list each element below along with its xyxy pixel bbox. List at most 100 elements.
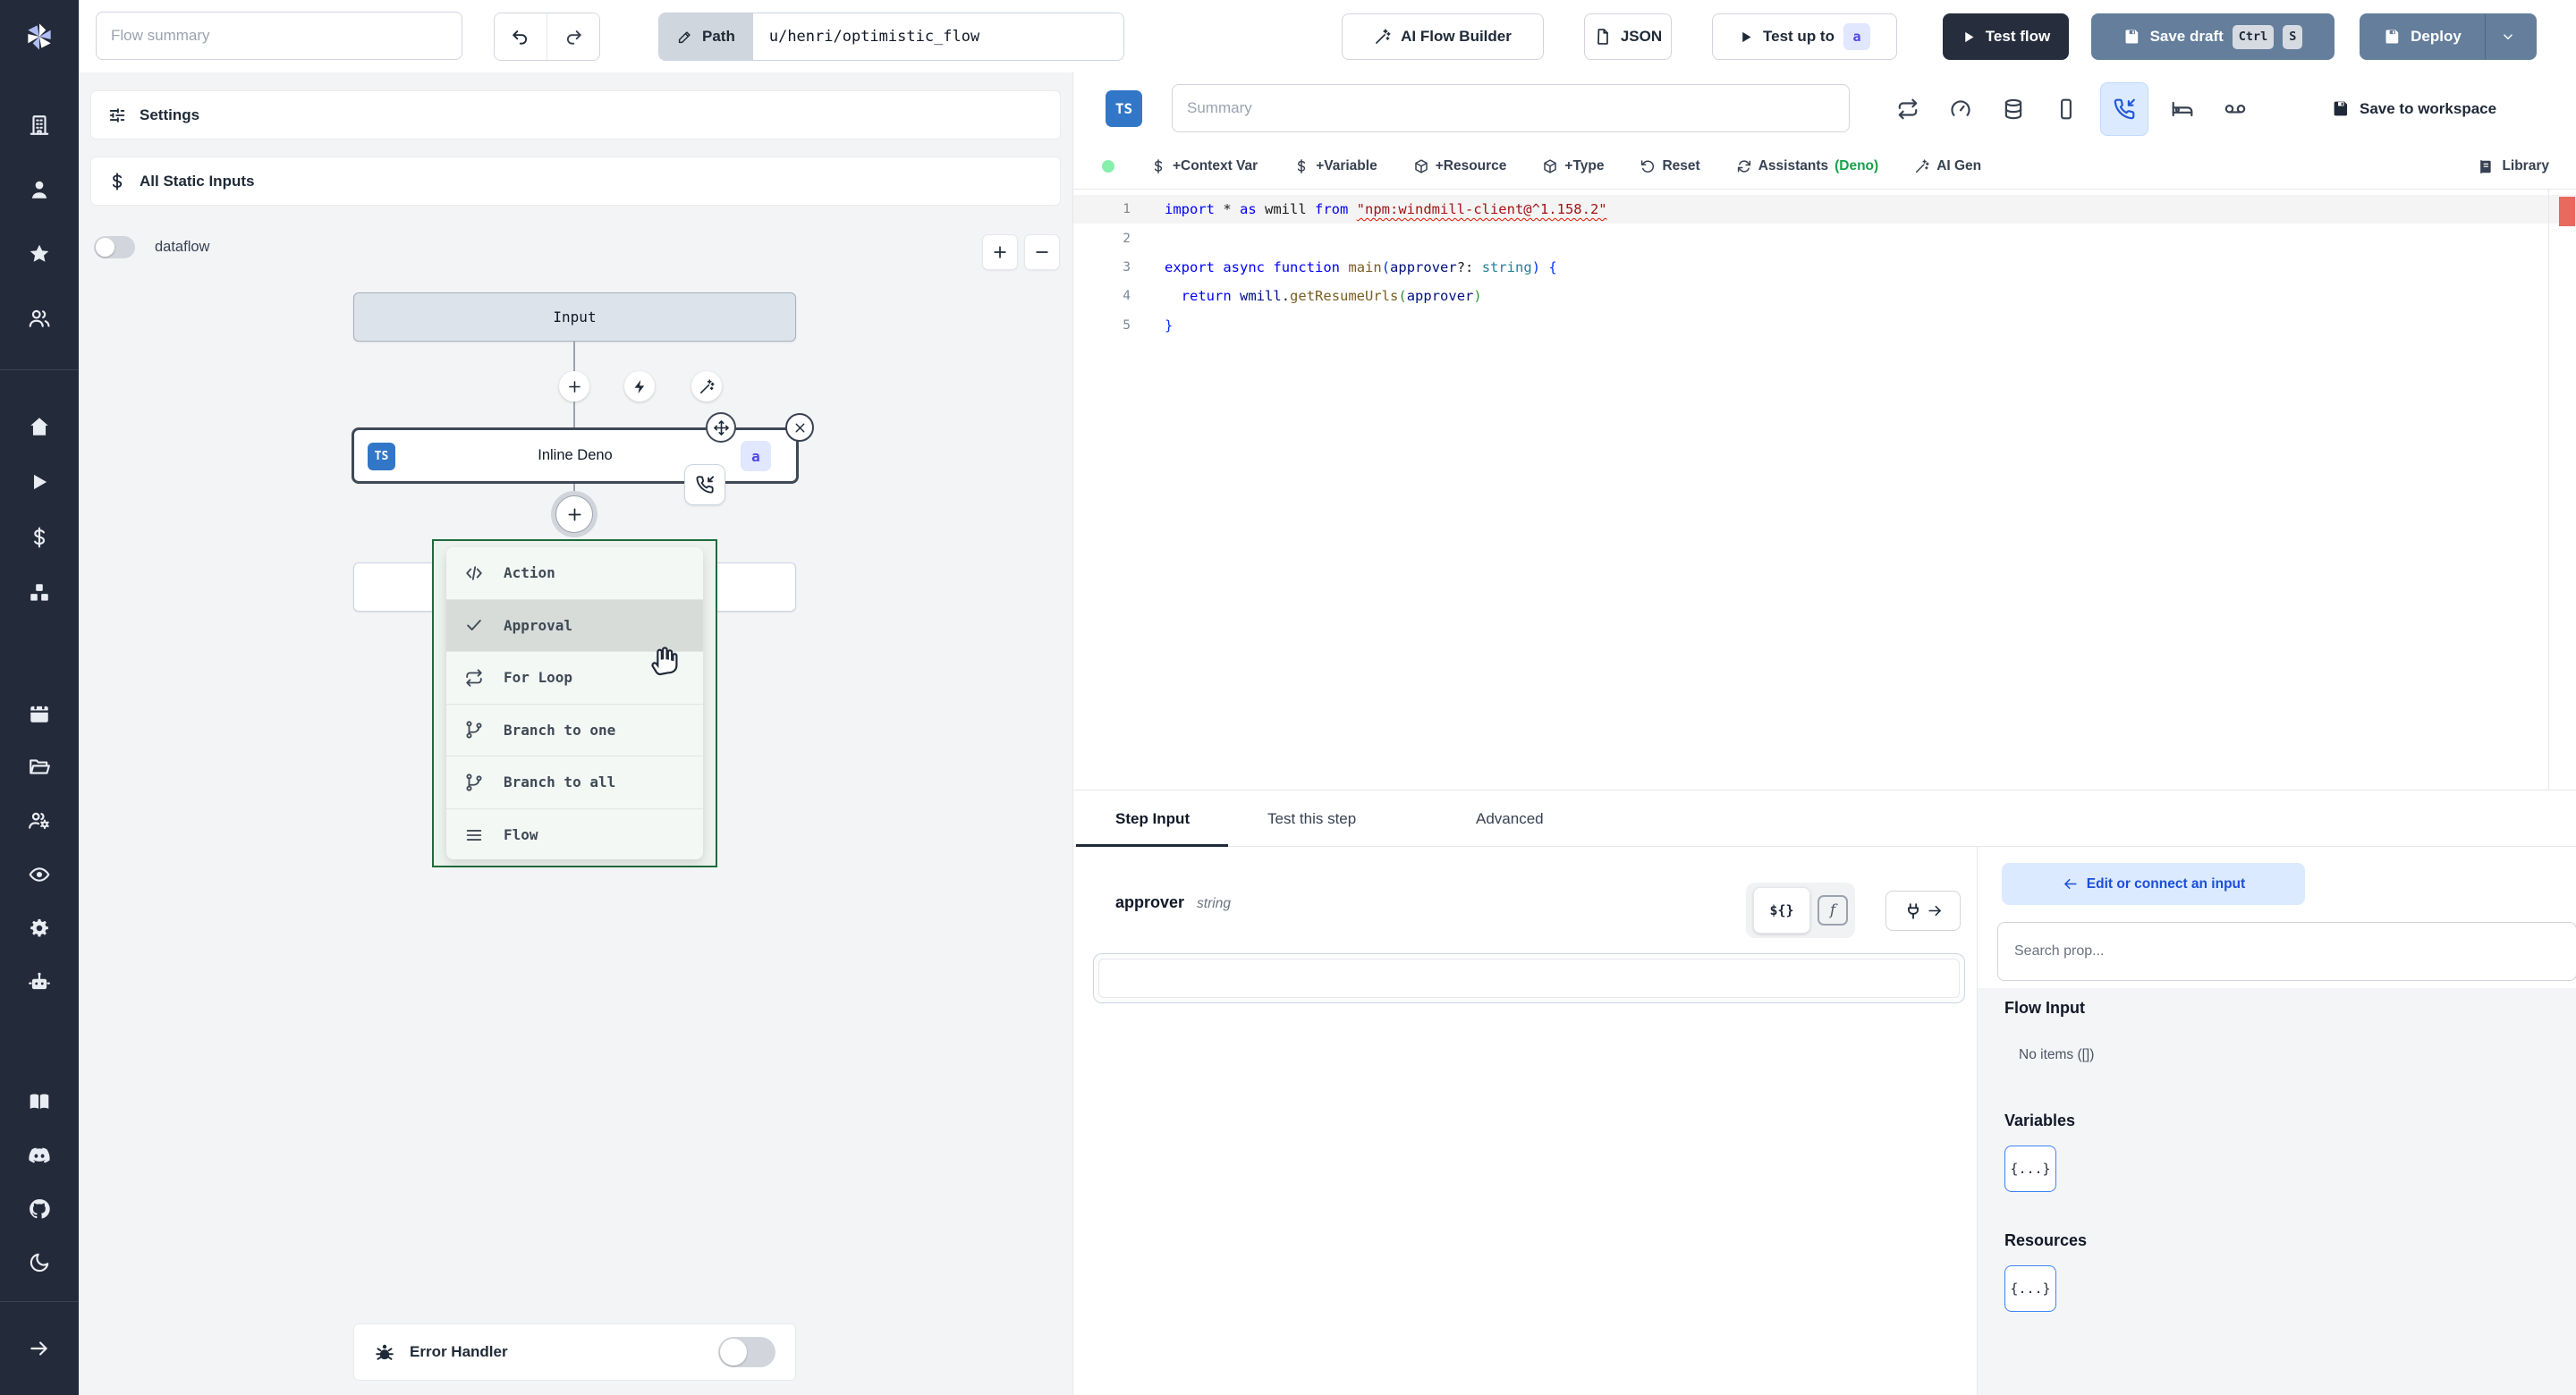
assistants-button[interactable]: Assistants (Deno) xyxy=(1736,158,1878,174)
json-button[interactable]: JSON xyxy=(1584,13,1672,60)
library-label: Library xyxy=(2502,158,2549,173)
sidebar-item-star[interactable] xyxy=(0,232,79,275)
ai-flow-builder-button[interactable]: AI Flow Builder xyxy=(1342,13,1544,60)
deploy-dropdown-button[interactable] xyxy=(2484,14,2530,59)
sidebar-item-users[interactable] xyxy=(0,297,79,340)
sidebar-item-calendar[interactable] xyxy=(0,692,79,735)
sidebar-item-dollar[interactable] xyxy=(0,516,79,559)
sidebar-item-book-open[interactable] xyxy=(0,1080,79,1123)
sidebar-item-home[interactable] xyxy=(0,405,79,448)
save-to-workspace-button[interactable]: Save to workspace xyxy=(2332,72,2496,145)
undo-button[interactable] xyxy=(495,13,547,60)
static-value-mode-button[interactable]: ${} xyxy=(1753,887,1810,934)
menu-item-approval[interactable]: Approval xyxy=(446,599,703,652)
variables-section-title: Variables xyxy=(2004,1112,2076,1129)
users-cog-icon xyxy=(28,809,51,833)
editor-scrollbar[interactable] xyxy=(2548,190,2549,790)
menu-item-flow[interactable]: Flow xyxy=(446,809,703,860)
menu-item-branch-to-all[interactable]: Branch to all xyxy=(446,757,703,809)
package-icon xyxy=(1542,158,1558,174)
error-handler-toggle[interactable] xyxy=(718,1337,775,1367)
variable-button[interactable]: +Variable xyxy=(1293,158,1377,174)
path-value-input[interactable] xyxy=(752,13,1123,60)
connect-input-button[interactable] xyxy=(1885,891,1961,931)
resources-expand-button[interactable]: {...} xyxy=(2004,1265,2056,1312)
javascript-expr-mode-button[interactable]: f xyxy=(1818,895,1848,926)
flow-summary-input[interactable] xyxy=(96,12,462,60)
deploy-button[interactable]: Deploy xyxy=(2360,13,2537,60)
repeat-toolbar-button[interactable] xyxy=(1889,86,1927,132)
context-var-button[interactable]: +Context Var xyxy=(1150,158,1258,174)
voicemail-toolbar-button[interactable] xyxy=(2216,86,2254,132)
test-flow-button[interactable]: Test flow xyxy=(1943,13,2069,60)
sidebar-item-github[interactable] xyxy=(0,1188,79,1230)
gauge-toolbar-button[interactable] xyxy=(1942,86,1979,132)
approver-value-input[interactable] xyxy=(1098,959,1960,998)
bed-toolbar-button[interactable] xyxy=(2164,86,2201,132)
test-up-to-button[interactable]: Test up to a xyxy=(1712,13,1897,60)
sidebar-item-folder-open[interactable] xyxy=(0,746,79,789)
sidebar-item-users-cog[interactable] xyxy=(0,799,79,842)
redo-button[interactable] xyxy=(547,13,599,60)
sidebar-item-eye[interactable] xyxy=(0,853,79,896)
sidebar-item-boxes[interactable] xyxy=(0,571,79,614)
kbd-s: S xyxy=(2283,24,2303,49)
menu-item-branch-to-one[interactable]: Branch to one xyxy=(446,705,703,757)
code-line-1[interactable]: 1 import * as wmill from "npm:windmill-cl… xyxy=(1073,195,2576,224)
insert-step-below-button[interactable] xyxy=(555,495,593,533)
variables-expand-button[interactable]: {...} xyxy=(2004,1146,2056,1192)
reset-button[interactable]: Reset xyxy=(1640,158,1700,174)
type-button[interactable]: +Type xyxy=(1542,158,1604,174)
deploy-main[interactable]: Deploy xyxy=(2366,14,2476,59)
menu-item-action[interactable]: Action xyxy=(446,547,703,600)
tab-step-input[interactable]: Step Input xyxy=(1115,790,1190,848)
library-button[interactable]: Library xyxy=(2478,143,2549,190)
chevron-down-icon xyxy=(2500,29,2516,45)
insert-step-button[interactable] xyxy=(559,371,589,402)
menu-item-for-loop[interactable]: For Loop xyxy=(446,652,703,705)
tab-advanced[interactable]: Advanced xyxy=(1476,790,1544,848)
edit-or-connect-back-button[interactable]: Edit or connect an input xyxy=(2002,863,2305,905)
all-static-inputs-button[interactable]: All Static Inputs xyxy=(90,156,1061,206)
sidebar-item-moon[interactable] xyxy=(0,1241,79,1284)
sidebar-item-discord[interactable] xyxy=(0,1134,79,1177)
code-line-3[interactable]: 3 export async function main(approver?: s… xyxy=(1073,253,2576,282)
search-prop-input[interactable] xyxy=(1997,922,2576,981)
code-line-4[interactable]: 4 return wmill.getResumeUrls(approver) xyxy=(1073,282,2576,310)
ai-gen-button[interactable]: AI Gen xyxy=(1914,158,1981,174)
line-number: 5 xyxy=(1123,317,1131,333)
resource-button[interactable]: +Resource xyxy=(1413,158,1506,174)
flow-input-node[interactable]: Input xyxy=(353,292,796,342)
code-line-2[interactable]: 2 xyxy=(1073,224,2576,252)
trigger-button[interactable] xyxy=(624,371,655,402)
sidebar-collapse-arrow-right[interactable] xyxy=(0,1327,79,1370)
sidebar-item-settings[interactable] xyxy=(0,907,79,950)
edit-path-button[interactable]: Path xyxy=(659,13,753,60)
code-editor[interactable]: 1 import * as wmill from "npm:windmill-cl… xyxy=(1073,190,2576,790)
editor-actions-row: +Context Var +Variable +Resource +Type Reset… xyxy=(1073,143,2576,190)
rail-group-main xyxy=(0,405,79,627)
sidebar-item-building[interactable] xyxy=(0,104,79,147)
step-summary-input[interactable] xyxy=(1172,84,1850,132)
move-node-handle[interactable] xyxy=(706,412,736,443)
save-draft-button[interactable]: Save draft Ctrl S xyxy=(2091,13,2334,60)
sidebar-item-bot[interactable] xyxy=(0,960,79,1003)
windmill-logo[interactable] xyxy=(0,11,79,63)
phone-incoming-toolbar-button[interactable] xyxy=(2100,81,2148,136)
repeat-icon xyxy=(464,668,484,688)
graph-zoom-in-button[interactable] xyxy=(982,234,1018,270)
database-toolbar-button[interactable] xyxy=(1995,86,2032,132)
graph-zoom-out-button[interactable] xyxy=(1024,234,1060,270)
dataflow-toggle[interactable] xyxy=(94,236,135,258)
flow-settings-button[interactable]: Settings xyxy=(90,90,1061,140)
settings-label: Settings xyxy=(140,106,200,123)
sidebar-item-play[interactable] xyxy=(0,461,79,503)
sidebar-item-user[interactable] xyxy=(0,168,79,211)
ai-suggest-button[interactable] xyxy=(691,371,722,402)
smartphone-toolbar-button[interactable] xyxy=(2047,86,2085,132)
tab-test-this-step[interactable]: Test this step xyxy=(1267,790,1356,848)
windmill-flow-builder: Path AI Flow Builder JSON Test up to a T… xyxy=(0,0,2576,1395)
phone-incoming-icon xyxy=(695,475,715,495)
delete-node-button[interactable] xyxy=(785,413,814,442)
code-line-5[interactable]: 5} xyxy=(1073,311,2576,340)
